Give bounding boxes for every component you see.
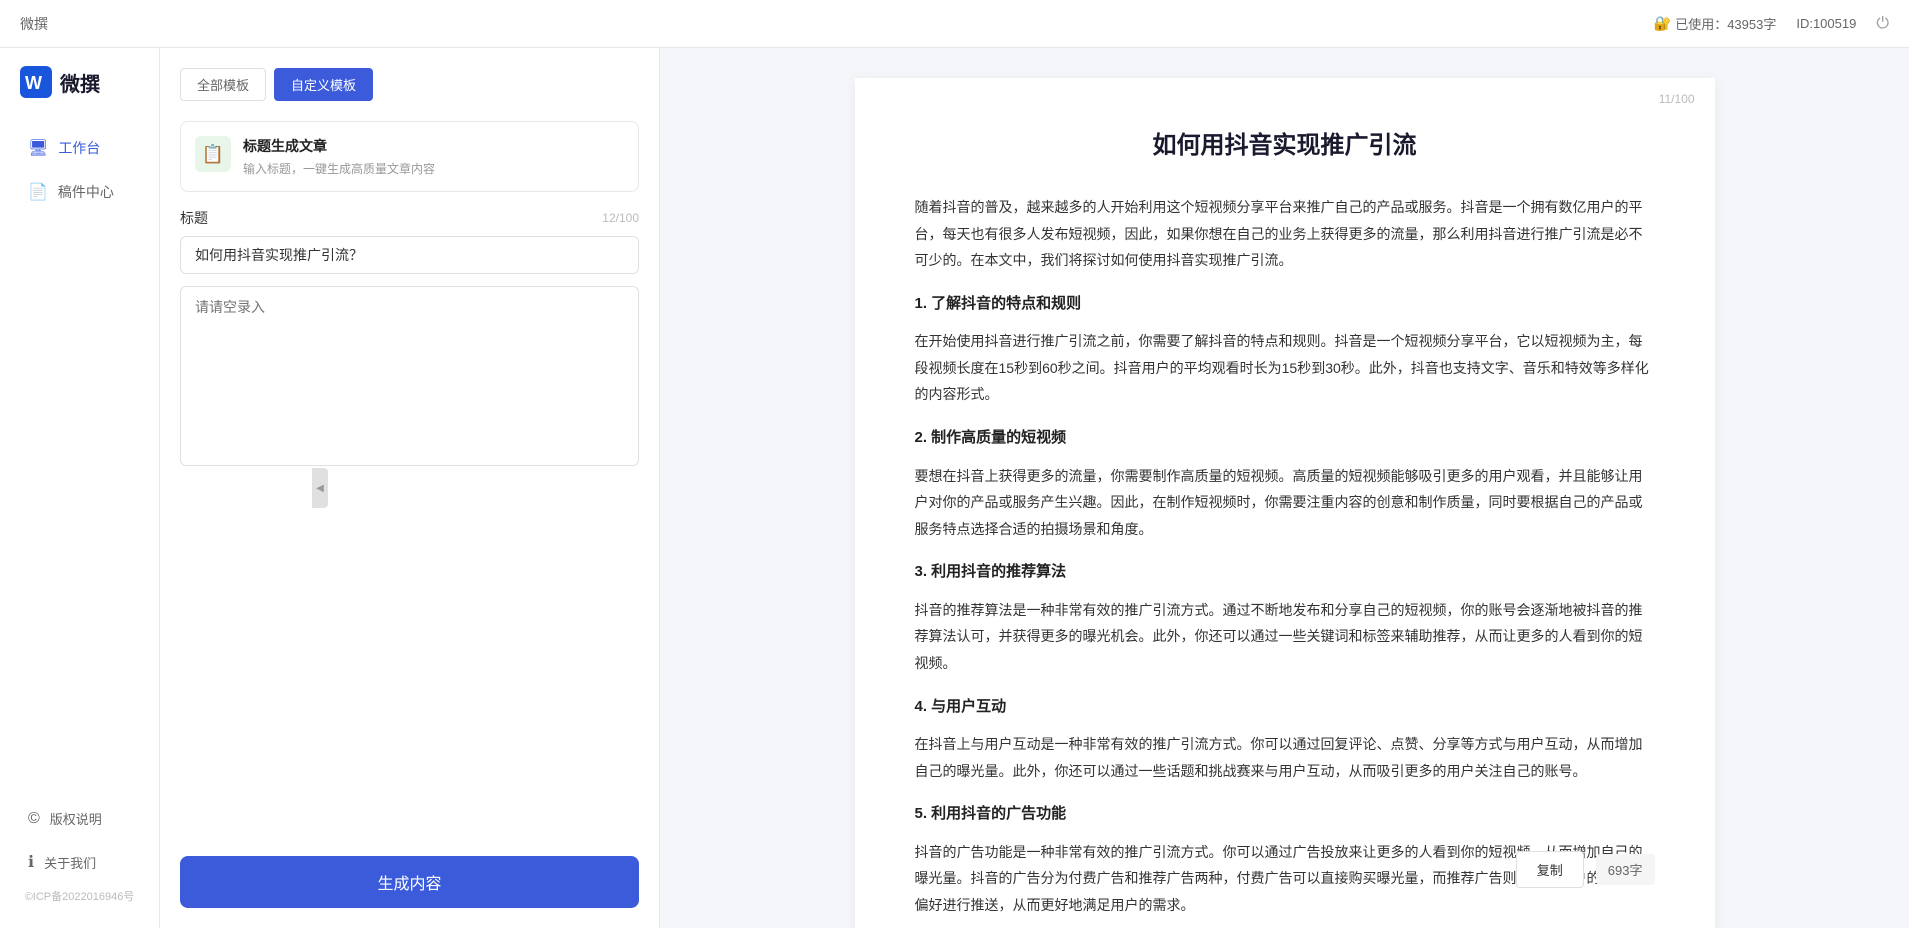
- sidebar: W 微撰 🖥 工作台 📄 稿件中心 © 版权说明 ℹ 关于我们 ©ICP备: [0, 48, 160, 928]
- power-button[interactable]: ⏻: [1876, 15, 1889, 33]
- collapse-icon: ◀: [316, 483, 324, 494]
- word-count-badge: 693字: [1596, 854, 1655, 885]
- section-body-3: 抖音的推荐算法是一种非常有效的推广引流方式。通过不断地发布和分享自己的短视频，你…: [915, 597, 1655, 677]
- sidebar-item-workbench-label: 工作台: [58, 138, 100, 158]
- article-body: 随着抖音的普及，越来越多的人开始利用这个短视频分享平台来推广自己的产品或服务。抖…: [915, 194, 1655, 919]
- logo-icon: W: [20, 66, 52, 98]
- bottom-action-row: 复制 693字: [915, 841, 1655, 898]
- sidebar-item-about-label: 关于我们: [44, 853, 96, 872]
- copy-button[interactable]: 复制: [1516, 851, 1584, 888]
- sidebar-item-workbench[interactable]: 🖥 工作台: [8, 126, 151, 170]
- workbench-icon: 🖥: [28, 138, 48, 158]
- copyright-icon: ©: [28, 810, 40, 828]
- template-info: 标题生成文章 输入标题，一键生成高质量文章内容: [243, 136, 435, 177]
- section-body-1: 在开始使用抖音进行推广引流之前，你需要了解抖音的特点和规则。抖音是一个短视频分享…: [915, 328, 1655, 408]
- section-heading-5: 5. 利用抖音的广告功能: [915, 800, 1655, 829]
- drafts-icon: 📄: [28, 182, 48, 202]
- template-card-icon: 📋: [195, 136, 231, 172]
- section-heading-3: 3. 利用抖音的推荐算法: [915, 558, 1655, 587]
- icp-text: ©ICP备2022016946号: [0, 884, 159, 908]
- section-body-2: 要想在抖音上获得更多的流量，你需要制作高质量的短视频。高质量的短视频能够吸引更多…: [915, 463, 1655, 543]
- topbar-right: 🔐 已使用：43953字 ID:100519 ⏻: [1654, 14, 1889, 33]
- generate-button[interactable]: 生成内容: [180, 856, 639, 908]
- sidebar-item-about[interactable]: ℹ 关于我们: [8, 840, 151, 884]
- title-label-row: 标题 12/100: [180, 208, 639, 228]
- sidebar-nav: 🖥 工作台 📄 稿件中心: [0, 116, 159, 787]
- right-panel[interactable]: 11/100 如何用抖音实现推广引流 随着抖音的普及，越来越多的人开始利用这个短…: [660, 48, 1909, 928]
- sidebar-item-drafts-label: 稿件中心: [58, 182, 114, 202]
- section-body-4: 在抖音上与用户互动是一种非常有效的推广引流方式。你可以通过回复评论、点赞、分享等…: [915, 731, 1655, 784]
- article-title: 如何用抖音实现推广引流: [915, 128, 1655, 164]
- usage-icon: 🔐: [1654, 15, 1671, 32]
- sidebar-item-drafts[interactable]: 📄 稿件中心: [8, 170, 151, 214]
- logo-text: 微撰: [60, 68, 100, 97]
- usage-info: 🔐 已使用：43953字: [1654, 14, 1777, 33]
- template-tabs: 全部模板 自定义模板: [180, 68, 639, 101]
- collapse-button[interactable]: ◀: [312, 468, 328, 508]
- id-label: ID:100519: [1796, 16, 1856, 31]
- sidebar-item-copyright[interactable]: © 版权说明: [8, 797, 151, 840]
- tab-custom-templates[interactable]: 自定义模板: [274, 68, 373, 101]
- main-content: ◀ 全部模板 自定义模板 📋 标题生成文章 输入标题，一键生成高质量文章内容 标…: [160, 48, 1909, 928]
- sidebar-bottom: © 版权说明 ℹ 关于我们 ©ICP备2022016946号: [0, 787, 159, 928]
- generate-button-wrap: 生成内容: [180, 836, 639, 908]
- title-input[interactable]: [180, 236, 639, 274]
- template-name: 标题生成文章: [243, 136, 435, 156]
- logo: W 微撰: [0, 48, 159, 116]
- page-number: 11/100: [1659, 92, 1695, 106]
- section-heading-4: 4. 与用户互动: [915, 693, 1655, 722]
- topbar: 微撰 🔐 已使用：43953字 ID:100519 ⏻: [0, 0, 1909, 48]
- about-icon: ℹ: [28, 852, 34, 872]
- article-page: 11/100 如何用抖音实现推广引流 随着抖音的普及，越来越多的人开始利用这个短…: [855, 78, 1715, 928]
- tab-all-templates[interactable]: 全部模板: [180, 68, 266, 101]
- template-desc: 输入标题，一键生成高质量文章内容: [243, 160, 435, 177]
- template-card[interactable]: 📋 标题生成文章 输入标题，一键生成高质量文章内容: [180, 121, 639, 192]
- sidebar-item-copyright-label: 版权说明: [50, 809, 102, 828]
- article-intro: 随着抖音的普及，越来越多的人开始利用这个短视频分享平台来推广自己的产品或服务。抖…: [915, 194, 1655, 274]
- svg-text:W: W: [25, 73, 42, 93]
- layout: W 微撰 🖥 工作台 📄 稿件中心 © 版权说明 ℹ 关于我们 ©ICP备: [0, 48, 1909, 928]
- usage-label: 已使用：43953字: [1675, 14, 1776, 33]
- section-heading-1: 1. 了解抖音的特点和规则: [915, 290, 1655, 319]
- title-counter: 12/100: [602, 211, 639, 225]
- left-panel: 全部模板 自定义模板 📋 标题生成文章 输入标题，一键生成高质量文章内容 标题 …: [160, 48, 660, 928]
- topbar-title: 微撰: [20, 14, 48, 34]
- section-heading-2: 2. 制作高质量的短视频: [915, 424, 1655, 453]
- title-label: 标题: [180, 208, 208, 228]
- content-textarea[interactable]: [180, 286, 639, 466]
